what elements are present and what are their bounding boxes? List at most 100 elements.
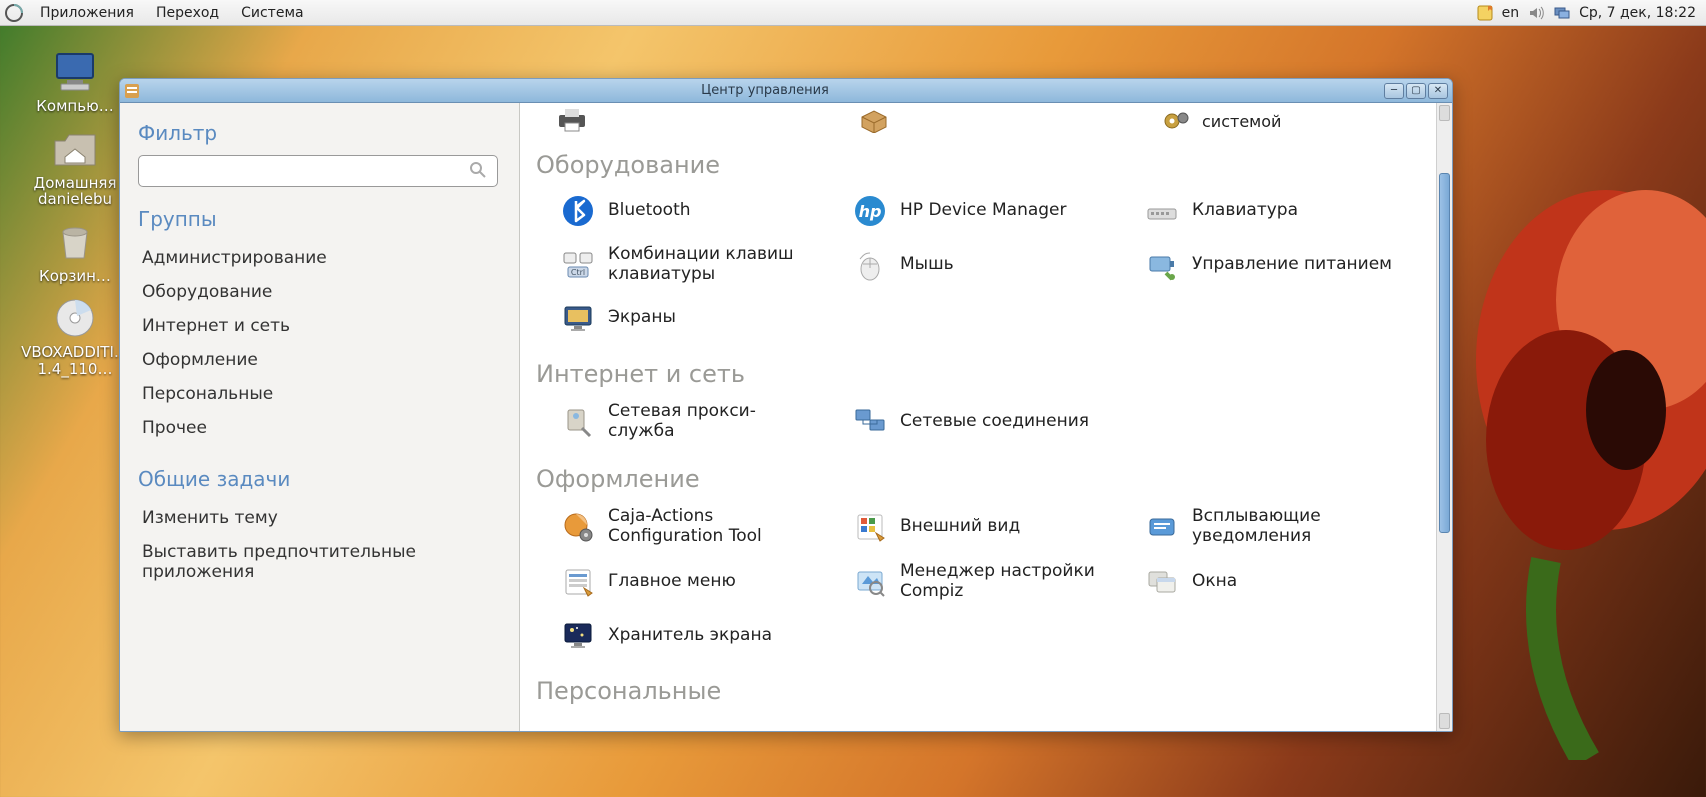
app-item[interactable]: Всплывающие уведомления (1140, 505, 1422, 548)
note-tray-icon[interactable] (1476, 4, 1494, 22)
keyboard-icon (1144, 193, 1180, 229)
tasks-heading: Общие задачи (138, 467, 503, 491)
titlebar[interactable]: Центр управления ─ ▢ ✕ (120, 79, 1452, 103)
app-grid: Bluetooth hp HP Device Manager Клавиатура Ct… (534, 189, 1426, 350)
desktop-label: Корзин… (39, 268, 111, 285)
app-grid: Сетевая прокси-служба Сетевые соединения (534, 398, 1426, 455)
app-grid: Caja-Actions Configuration Tool Внешний в… (534, 503, 1426, 667)
app-item[interactable]: Внешний вид (848, 505, 1130, 548)
app-item[interactable]: Клавиатура (1140, 191, 1422, 231)
computer-icon (49, 48, 101, 96)
app-label: системой (1202, 112, 1281, 131)
menu-places[interactable]: Переход (146, 3, 229, 23)
bluetooth-icon (560, 193, 596, 229)
sidebar-group-item[interactable]: Персональные (138, 377, 503, 411)
app-item[interactable]: Мышь (848, 243, 1130, 286)
desktop-home[interactable]: Домашняя danielebu (20, 125, 130, 208)
volume-tray-icon[interactable] (1527, 4, 1545, 22)
app-label: Управление питанием (1192, 255, 1392, 275)
windows-icon (1144, 564, 1180, 600)
appearance-icon (852, 509, 888, 545)
app-item[interactable] (858, 107, 1120, 135)
app-label: HP Device Manager (900, 201, 1067, 221)
app-item[interactable]: Хранитель экрана (556, 615, 838, 655)
distro-logo-icon (4, 3, 24, 23)
app-label: Комбинации клавиш клавиатуры (608, 245, 818, 284)
groups-list: АдминистрированиеОборудованиеИнтернет и … (138, 241, 503, 445)
sidebar: Фильтр Группы АдминистрированиеОборудова… (120, 103, 520, 731)
svg-text:hp: hp (859, 202, 882, 221)
groups-heading: Группы (138, 207, 503, 231)
app-label: Всплывающие уведомления (1192, 507, 1402, 546)
app-item[interactable]: hp HP Device Manager (848, 191, 1130, 231)
app-label: Сетевые соединения (900, 412, 1089, 432)
wallpaper-flower (1446, 60, 1706, 760)
sidebar-task-item[interactable]: Изменить тему (138, 501, 503, 535)
control-center-icon (124, 83, 140, 99)
app-item[interactable]: Ctrl Комбинации клавиш клавиатуры (556, 243, 838, 286)
sidebar-task-item[interactable]: Выставить предпочтительные приложения (138, 535, 503, 589)
app-item[interactable]: Менеджер настройки Compiz (848, 560, 1130, 603)
desktop-label: VBOXADDITI… 1.4_110… (21, 344, 129, 377)
app-label: Клавиатура (1192, 201, 1298, 221)
shortcut-icon: Ctrl (560, 247, 596, 283)
app-item[interactable]: Экраны (556, 298, 838, 338)
app-label: Хранитель экрана (608, 626, 772, 646)
app-item[interactable]: Окна (1140, 560, 1422, 603)
clock[interactable]: Ср, 7 дек, 18:22 (1579, 5, 1696, 21)
network-tray-icon[interactable] (1553, 4, 1571, 22)
window-title: Центр управления (146, 83, 1384, 98)
app-label: Экраны (608, 308, 676, 328)
desktop-computer[interactable]: Компью… (20, 48, 130, 115)
sidebar-group-item[interactable]: Оборудование (138, 275, 503, 309)
top-panel: Приложения Переход Система en Ср, 7 дек,… (0, 0, 1706, 26)
screensaver-icon (560, 617, 596, 653)
app-item[interactable]: Главное меню (556, 560, 838, 603)
section-heading: Оборудование (534, 141, 1426, 189)
app-item[interactable]: Caja-Actions Configuration Tool (556, 505, 838, 548)
filter-heading: Фильтр (138, 121, 503, 145)
filter-input[interactable] (138, 155, 498, 187)
maximize-button[interactable]: ▢ (1406, 83, 1426, 99)
sidebar-group-item[interactable]: Оформление (138, 343, 503, 377)
sidebar-group-item[interactable]: Прочее (138, 411, 503, 445)
sidebar-group-item[interactable]: Интернет и сеть (138, 309, 503, 343)
control-center-window: Центр управления ─ ▢ ✕ Фильтр Группы Адм… (119, 78, 1453, 732)
app-item[interactable]: Сетевая прокси-служба (556, 400, 838, 443)
app-item[interactable]: Управление питанием (1140, 243, 1422, 286)
vertical-scrollbar[interactable] (1436, 103, 1452, 731)
section-heading: Персональные (534, 667, 1426, 715)
app-label: Мышь (900, 255, 954, 275)
app-label: Окна (1192, 572, 1237, 592)
app-label: Менеджер настройки Compiz (900, 562, 1110, 601)
app-label: Сетевая прокси-служба (608, 402, 818, 441)
menu-system[interactable]: Система (231, 3, 313, 23)
app-item[interactable]: Сетевые соединения (848, 400, 1130, 443)
desktop-trash[interactable]: Корзин… (20, 218, 130, 285)
svg-text:Ctrl: Ctrl (571, 268, 585, 277)
scrollbar-thumb[interactable] (1439, 173, 1450, 533)
app-item[interactable]: Bluetooth (556, 191, 838, 231)
app-label: Главное меню (608, 572, 736, 592)
app-item[interactable]: системой (1160, 107, 1422, 135)
desktop-label: Домашняя danielebu (34, 175, 117, 208)
trash-icon (49, 218, 101, 266)
power-icon (1144, 247, 1180, 283)
mainmenu-icon (560, 564, 596, 600)
previous-section-tail: системой (534, 107, 1426, 141)
minimize-button[interactable]: ─ (1384, 83, 1404, 99)
compiz-icon (852, 564, 888, 600)
printer-icon (556, 107, 588, 135)
mouse-icon (852, 247, 888, 283)
close-button[interactable]: ✕ (1428, 83, 1448, 99)
keyboard-layout-indicator[interactable]: en (1502, 5, 1520, 21)
proxy-icon (560, 404, 596, 440)
sidebar-group-item[interactable]: Администрирование (138, 241, 503, 275)
desktop-disc[interactable]: VBOXADDITI… 1.4_110… (20, 294, 130, 377)
box-icon (858, 107, 890, 135)
menu-applications[interactable]: Приложения (30, 3, 144, 23)
app-label: Caja-Actions Configuration Tool (608, 507, 818, 546)
app-item[interactable] (556, 107, 818, 135)
section-heading: Интернет и сеть (534, 350, 1426, 398)
disc-icon (49, 294, 101, 342)
